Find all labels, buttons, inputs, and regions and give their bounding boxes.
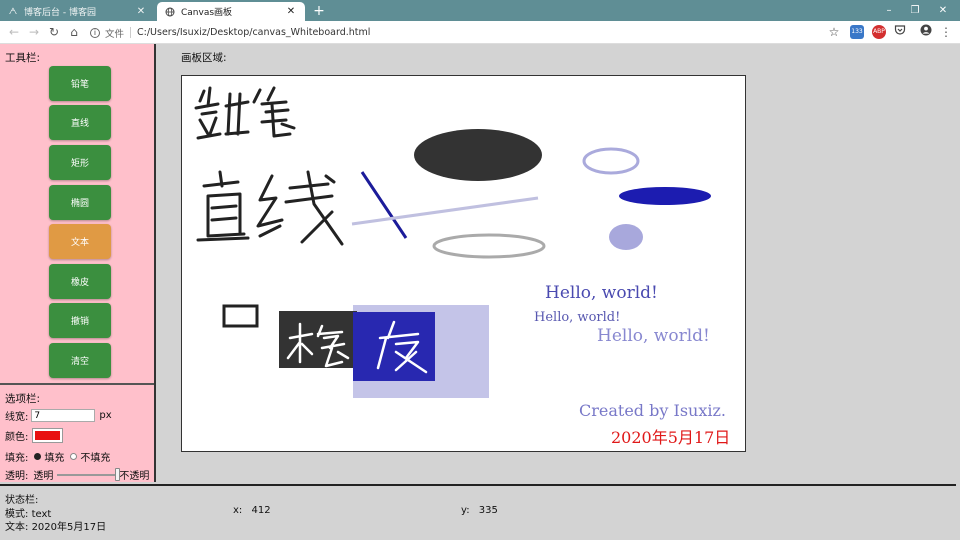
browser-toolbar: ← → ↻ ⌂ i 文件 C:/Users/Isuxiz/Desktop/can… <box>0 21 960 44</box>
color-picker[interactable] <box>32 428 64 443</box>
eraser-button[interactable]: 橡皮 <box>49 264 111 299</box>
canvas-text-hello-1: Hello, world! <box>545 283 658 303</box>
canvas-drawing-layer <box>194 86 711 398</box>
status-x-label: x: <box>233 505 243 516</box>
tab-title: 博客后台 - 博客园 <box>24 8 96 18</box>
line-button[interactable]: 直线 <box>49 105 111 140</box>
rectangle-button[interactable]: 矩形 <box>49 145 111 180</box>
fill-label: 填充: <box>5 453 29 464</box>
line-width-unit: px <box>99 410 112 421</box>
blue-filled-ellipse <box>619 187 711 205</box>
status-text-label: 文本: <box>5 522 29 533</box>
opacity-min-label: 透明 <box>33 471 54 482</box>
status-title: 状态栏: <box>5 495 39 506</box>
options-title: 选项栏: <box>5 393 41 405</box>
home-button[interactable]: ⌂ <box>66 24 82 40</box>
blog-favicon-icon: ᗅ <box>8 6 18 17</box>
drawing-canvas[interactable]: Hello, world! Hello, world! Hello, world… <box>181 75 746 452</box>
opacity-row: 透明: 透明 不透明 <box>5 467 149 482</box>
tab-close-icon[interactable]: ✕ <box>135 6 147 17</box>
opacity-max-label: 不透明 <box>119 471 150 482</box>
text-button[interactable]: 文本 <box>49 224 111 259</box>
status-text: 文本: 2020年5月17日 <box>5 518 106 533</box>
gray-outline-ellipse <box>432 233 546 259</box>
tab-title: Canvas画板 <box>181 8 233 18</box>
color-label: 颜色: <box>5 432 29 443</box>
clear-button[interactable]: 清空 <box>49 343 111 378</box>
status-x-value: 412 <box>251 505 271 516</box>
address-separator <box>130 27 132 38</box>
canvas-text-date: 2020年5月17日 <box>611 428 731 447</box>
status-y-label: y: <box>461 505 470 516</box>
dark-filled-ellipse <box>414 129 542 181</box>
pencil-button[interactable]: 铅笔 <box>49 66 111 101</box>
dark-blue-line <box>360 171 408 239</box>
color-row: 颜色: <box>5 428 64 443</box>
fill-on-label[interactable]: 填充 <box>44 449 64 464</box>
reload-button[interactable]: ↻ <box>46 24 62 40</box>
canvas-text-hello-3: Hello, world! <box>597 326 710 346</box>
lavender-outline-ellipse <box>582 147 640 175</box>
fill-off-label[interactable]: 不填充 <box>80 449 110 464</box>
color-swatch-fill <box>35 431 61 440</box>
opacity-label: 透明: <box>5 471 29 482</box>
dark-gray-rect <box>279 311 357 368</box>
small-outline-rect <box>222 304 259 328</box>
profile-avatar-icon[interactable] <box>918 24 934 40</box>
opacity-slider[interactable] <box>57 467 121 481</box>
address-url[interactable]: C:/Users/Isuxiz/Desktop/canvas_Whiteboar… <box>137 27 370 38</box>
extension-badge-icon[interactable]: 133 <box>850 25 864 39</box>
status-y: y: 335 <box>461 505 498 516</box>
line-width-label: 线宽: <box>5 412 29 423</box>
line-width-input[interactable] <box>31 409 96 422</box>
ellipse-button[interactable]: 椭圆 <box>49 185 111 220</box>
fill-row: 填充: 填充 不填充 <box>5 449 110 464</box>
handwriting-line <box>196 170 344 246</box>
browser-menu-icon[interactable]: ⋮ <box>938 24 954 40</box>
opacity-slider-thumb[interactable] <box>115 467 121 481</box>
globe-icon <box>165 7 175 17</box>
undo-button[interactable]: 撤销 <box>49 303 111 338</box>
new-tab-button[interactable]: + <box>310 2 328 20</box>
sidebar: 工具栏: 铅笔 直线 矩形 椭圆 文本 橡皮 撤销 清空 选项栏: 线宽: px… <box>0 44 156 482</box>
address-scheme: 文件 <box>105 28 125 40</box>
adblock-icon[interactable]: ABP <box>872 25 886 39</box>
status-x: x: 412 <box>233 505 271 516</box>
lavender-filled-ellipse <box>609 224 643 250</box>
handwriting-pencil <box>194 86 296 140</box>
forward-button[interactable]: → <box>26 24 42 40</box>
tab-blog-admin[interactable]: ᗅ 博客后台 - 博客园 ✕ <box>0 2 155 21</box>
browser-tab-bar: ᗅ 博客后台 - 博客园 ✕ Canvas画板 ✕ + – ❐ ✕ <box>0 0 960 21</box>
fill-on-radio[interactable] <box>34 453 42 460</box>
info-icon[interactable]: i <box>90 27 100 38</box>
sidebar-divider <box>0 383 154 385</box>
status-y-value: 335 <box>478 505 498 516</box>
address-bar[interactable]: i 文件 C:/Users/Isuxiz/Desktop/canvas_Whit… <box>90 24 850 41</box>
back-button[interactable]: ← <box>6 24 22 40</box>
canvas-text-hello-2: Hello, world! <box>534 310 621 325</box>
bookmark-star-icon[interactable]: ☆ <box>826 24 842 40</box>
canvas-title: 画板区域: <box>181 52 227 64</box>
light-purple-line <box>351 196 539 226</box>
status-divider <box>0 484 956 486</box>
toolbar-title: 工具栏: <box>5 52 41 64</box>
pocket-icon[interactable] <box>892 24 908 40</box>
tab-canvas-board[interactable]: Canvas画板 ✕ <box>157 2 305 21</box>
canvas-text-credit: Created by Isuxiz. <box>579 401 726 420</box>
close-window-button[interactable]: ✕ <box>926 0 960 21</box>
line-width-row: 线宽: px <box>5 408 112 423</box>
fill-off-radio[interactable] <box>70 453 78 460</box>
tab-close-icon[interactable]: ✕ <box>285 6 297 17</box>
status-text-value: 2020年5月17日 <box>31 522 107 533</box>
